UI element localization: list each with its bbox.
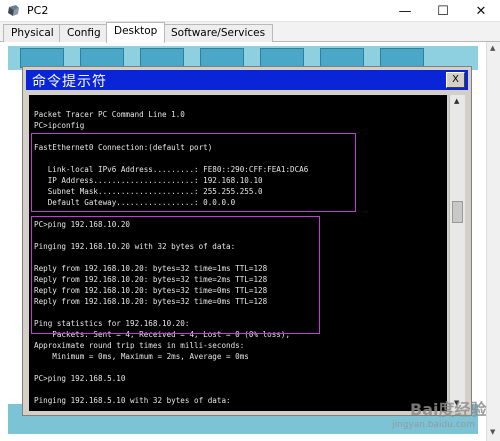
console-line: PC>ipconfig <box>34 121 85 130</box>
scroll-up-icon[interactable]: ▲ <box>454 97 459 105</box>
command-prompt-title: 命令提示符 <box>32 74 107 90</box>
console-line: Packet Tracer PC Command Line 1.0 <box>34 110 185 119</box>
console-line: Minimum = 0ms, Maximum = 2ms, Average = … <box>34 352 249 361</box>
desktop-app-icon[interactable] <box>380 48 424 68</box>
desktop-app-icon[interactable] <box>140 48 184 68</box>
console-line: PC>ping 192.168.5.10 <box>34 374 126 383</box>
watermark-url: jingyan.baidu.com <box>392 420 476 430</box>
pc-app-icon <box>8 5 19 16</box>
watermark-brand: Bai度经验 <box>410 400 487 419</box>
close-button[interactable]: ✕ <box>462 0 500 22</box>
baidu-watermark: Bai度经验 jingyan.baidu.com <box>380 396 492 436</box>
tab-desktop[interactable]: Desktop <box>106 22 166 43</box>
window-titlebar: PC2 — ☐ ✕ <box>0 0 500 22</box>
command-prompt-titlebar: 命令提示符 X <box>26 70 468 90</box>
ipconfig-highlight-box <box>31 133 356 212</box>
console-line: Approximate round trip times in milli-se… <box>34 341 245 350</box>
window-title: PC2 <box>27 4 49 17</box>
ping-highlight-box <box>31 216 320 334</box>
minimize-button[interactable]: — <box>386 0 424 22</box>
outer-scrollbar[interactable]: ▲ ▼ <box>486 42 500 441</box>
tab-bar: Physical Config Desktop Software/Service… <box>0 22 500 43</box>
scroll-up-icon[interactable]: ▲ <box>490 44 495 52</box>
desktop-app-icon[interactable] <box>260 48 304 68</box>
console-scrollbar[interactable]: ▲ ▼ <box>449 95 465 411</box>
desktop-app-icon[interactable] <box>20 48 64 68</box>
desktop-app-icon[interactable] <box>200 48 244 68</box>
tab-physical[interactable]: Physical <box>3 24 62 42</box>
tab-config[interactable]: Config <box>59 24 109 42</box>
maximize-button[interactable]: ☐ <box>424 0 462 22</box>
tab-software-services[interactable]: Software/Services <box>163 24 274 42</box>
console-line: Pinging 192.168.5.10 with 32 bytes of da… <box>34 396 231 405</box>
desktop-app-icon[interactable] <box>320 48 364 68</box>
command-prompt-close-button[interactable]: X <box>446 72 465 88</box>
desktop-app-icon[interactable] <box>80 48 124 68</box>
scroll-thumb[interactable] <box>452 201 463 223</box>
